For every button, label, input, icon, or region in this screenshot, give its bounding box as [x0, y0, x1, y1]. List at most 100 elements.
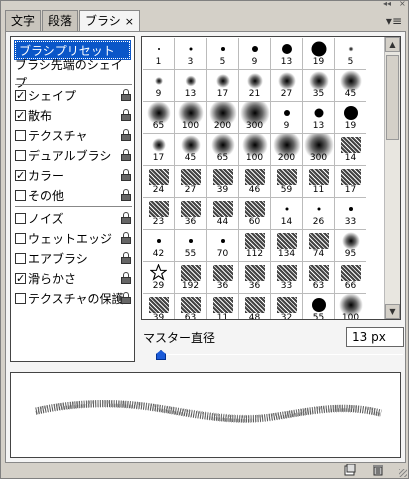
brush-preset[interactable]: 23	[143, 198, 174, 229]
brush-preset[interactable]: 65	[207, 134, 238, 165]
option-row[interactable]: 散布	[15, 106, 132, 125]
brush-preset[interactable]: 48	[239, 294, 270, 319]
brush-preset[interactable]: 21	[239, 70, 270, 101]
brush-preset[interactable]: 59	[271, 166, 302, 197]
lock-icon[interactable]	[121, 189, 131, 201]
scroll-down-icon[interactable]: ▼	[385, 304, 400, 319]
scroll-up-icon[interactable]: ▲	[385, 37, 400, 52]
delete-brush-icon[interactable]	[372, 464, 384, 476]
brush-preset[interactable]: 63	[303, 262, 334, 293]
brush-preset[interactable]: 95	[335, 230, 366, 261]
brush-preset[interactable]: 13	[271, 38, 302, 69]
grid-scrollbar[interactable]: ▲ ▼	[384, 37, 400, 319]
option-row[interactable]: テクスチャ	[15, 126, 132, 145]
brush-preset[interactable]: 100	[335, 294, 366, 319]
brush-preset[interactable]: 55	[303, 294, 334, 319]
option-row[interactable]: ノイズ	[15, 209, 132, 228]
lock-icon[interactable]	[121, 232, 131, 244]
brush-preset[interactable]: 29	[143, 262, 174, 293]
brush-preset[interactable]: 17	[335, 166, 366, 197]
brush-preset[interactable]: 36	[207, 262, 238, 293]
scroll-thumb[interactable]	[386, 55, 399, 140]
brush-preset[interactable]: 24	[143, 166, 174, 197]
brush-preset[interactable]: 19	[303, 38, 334, 69]
checkbox[interactable]	[15, 213, 26, 224]
brush-preset[interactable]: 9	[271, 102, 302, 133]
checkbox[interactable]	[15, 233, 26, 244]
tab-paragraph[interactable]: 段落	[42, 10, 79, 31]
brush-preset[interactable]: 13	[175, 70, 206, 101]
brush-preset[interactable]: 11	[207, 294, 238, 319]
checkbox[interactable]	[15, 293, 26, 304]
brush-preset[interactable]: 192	[175, 262, 206, 293]
brush-preset[interactable]: 14	[335, 134, 366, 165]
brush-preset[interactable]: 39	[143, 294, 174, 319]
brush-preset[interactable]: 63	[175, 294, 206, 319]
checkbox[interactable]	[15, 270, 26, 288]
brush-preset[interactable]: 3	[175, 38, 206, 69]
brush-preset[interactable]: 36	[239, 262, 270, 293]
brush-preset[interactable]: 13	[303, 102, 334, 133]
brush-preset[interactable]: 33	[335, 198, 366, 229]
brush-preset[interactable]: 46	[239, 166, 270, 197]
lock-icon[interactable]	[121, 89, 131, 101]
new-brush-icon[interactable]	[344, 464, 356, 476]
brush-preset[interactable]: 26	[303, 198, 334, 229]
brush-preset[interactable]: 60	[239, 198, 270, 229]
brush-preset[interactable]: 45	[335, 70, 366, 101]
brush-preset[interactable]: 55	[175, 230, 206, 261]
brush-preset[interactable]: 70	[207, 230, 238, 261]
option-row[interactable]: テクスチャの保護	[15, 289, 132, 308]
checkbox[interactable]	[15, 130, 26, 141]
option-row[interactable]: シェイプ	[15, 86, 132, 105]
brush-preset[interactable]: 200	[271, 134, 302, 165]
checkbox[interactable]	[15, 107, 26, 125]
master-diameter-slider[interactable]	[161, 354, 403, 355]
checkbox[interactable]	[15, 190, 26, 201]
checkbox[interactable]	[15, 150, 26, 161]
lock-icon[interactable]	[121, 292, 131, 304]
close-panel-icon[interactable]: ×	[399, 0, 406, 8]
brush-preset[interactable]: 44	[207, 198, 238, 229]
brush-preset[interactable]: 11	[303, 166, 334, 197]
collapse-icon[interactable]: ◂◂	[383, 0, 391, 8]
brush-preset[interactable]: 9	[239, 38, 270, 69]
brush-preset[interactable]: 19	[335, 102, 366, 133]
brush-preset[interactable]: 134	[271, 230, 302, 261]
brush-preset[interactable]: 27	[175, 166, 206, 197]
brush-tip-shape-item[interactable]: ブラシ先端のシェイプ	[15, 58, 132, 90]
brush-preset[interactable]: 300	[239, 102, 270, 133]
option-row[interactable]: エアブラシ	[15, 249, 132, 268]
master-diameter-input[interactable]: 13 px	[346, 327, 404, 347]
brush-preset[interactable]: 1	[143, 38, 174, 69]
brush-preset[interactable]: 35	[303, 70, 334, 101]
brush-preset[interactable]: 17	[207, 70, 238, 101]
brush-preset[interactable]: 5	[335, 38, 366, 69]
brush-preset[interactable]: 100	[175, 102, 206, 133]
lock-icon[interactable]	[121, 212, 131, 224]
brush-preset[interactable]: 45	[175, 134, 206, 165]
brush-preset[interactable]: 112	[239, 230, 270, 261]
lock-icon[interactable]	[121, 169, 131, 181]
panel-menu-icon[interactable]: ▾≡	[386, 14, 402, 28]
brush-preset[interactable]: 9	[143, 70, 174, 101]
brush-preset[interactable]: 14	[271, 198, 302, 229]
tab-brushes[interactable]: ブラシ ×	[79, 10, 141, 32]
brush-preset[interactable]: 300	[303, 134, 334, 165]
close-tab-icon[interactable]: ×	[125, 15, 134, 28]
option-row[interactable]: ウェットエッジ	[15, 229, 132, 248]
lock-icon[interactable]	[121, 252, 131, 264]
lock-icon[interactable]	[121, 149, 131, 161]
brush-preset[interactable]: 5	[207, 38, 238, 69]
option-row[interactable]: デュアルブラシ	[15, 146, 132, 165]
brush-preset[interactable]: 39	[207, 166, 238, 197]
tab-character[interactable]: 文字	[5, 10, 42, 31]
checkbox[interactable]	[15, 167, 26, 185]
brush-preset[interactable]: 200	[207, 102, 238, 133]
brush-preset[interactable]: 66	[335, 262, 366, 293]
lock-icon[interactable]	[121, 272, 131, 284]
option-row[interactable]: カラー	[15, 166, 132, 185]
brush-preset[interactable]: 17	[143, 134, 174, 165]
slider-handle[interactable]	[156, 350, 166, 360]
lock-icon[interactable]	[121, 129, 131, 141]
